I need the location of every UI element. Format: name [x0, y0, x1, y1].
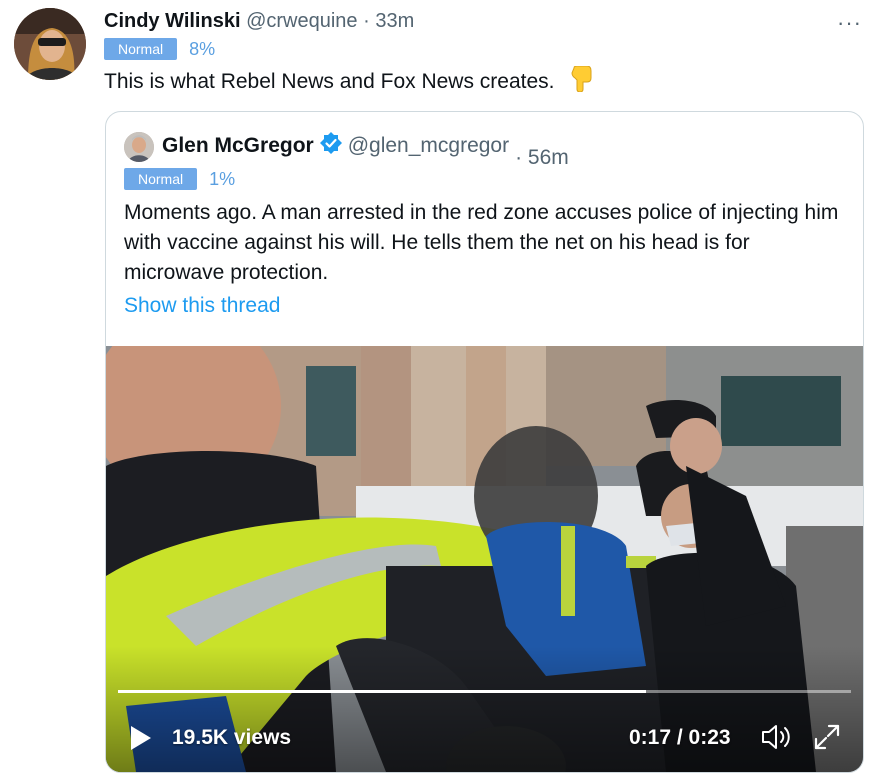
- classification-percent: 8%: [189, 38, 216, 59]
- pointing-down-hand-icon: [570, 65, 592, 98]
- separator-dot: ·: [363, 10, 370, 32]
- video-view-count: 19.5K views: [172, 726, 292, 749]
- tweet-text-content: This is what Rebel News and Fox News cre…: [104, 70, 555, 93]
- video-frame: [106, 346, 863, 772]
- quoted-tweet-text: Moments ago. A man arrested in the red z…: [124, 201, 839, 284]
- tweet-header: Cindy Wilinski @crwequine · 33m: [104, 10, 414, 33]
- quoted-tweet-card[interactable]: Glen McGregor @glen_mcgregor · 56m Norma…: [105, 111, 864, 773]
- video-player[interactable]: 19.5K views 0:17 / 0:23: [106, 346, 863, 772]
- quoted-author-name[interactable]: Glen McGregor: [162, 134, 314, 158]
- author-handle[interactable]: @crwequine: [246, 10, 357, 32]
- more-options-icon[interactable]: ···: [837, 10, 862, 36]
- tweet-text: This is what Rebel News and Fox News cre…: [104, 65, 592, 98]
- quoted-author-handle[interactable]: @glen_mcgregor: [348, 134, 509, 158]
- classification-badge: Normal: [104, 38, 178, 60]
- volume-muted-icon[interactable]: [760, 722, 792, 757]
- author-avatar[interactable]: [14, 8, 86, 80]
- quoted-classification-badge: Normal: [124, 168, 198, 190]
- video-progress-fill: [118, 690, 646, 693]
- verified-badge-icon: [319, 132, 342, 160]
- video-progress-bar[interactable]: [118, 690, 851, 693]
- quoted-classification-percent: 1%: [209, 168, 236, 189]
- quoted-badge-row: Normal 1%: [124, 168, 235, 190]
- quoted-tweet-time[interactable]: · 56m: [515, 146, 569, 170]
- quoted-author-avatar[interactable]: [124, 132, 154, 162]
- author-name[interactable]: Cindy Wilinski: [104, 10, 241, 32]
- tweet-badge-row: Normal 8%: [104, 38, 215, 60]
- play-icon[interactable]: [128, 724, 154, 757]
- quoted-tweet-header: Glen McGregor @glen_mcgregor · 56m: [162, 132, 569, 169]
- fullscreen-icon[interactable]: [812, 722, 842, 757]
- video-timecode: 0:17 / 0:23: [629, 726, 731, 749]
- show-thread-link[interactable]: Show this thread: [124, 294, 280, 318]
- tweet-time[interactable]: 33m: [375, 10, 414, 32]
